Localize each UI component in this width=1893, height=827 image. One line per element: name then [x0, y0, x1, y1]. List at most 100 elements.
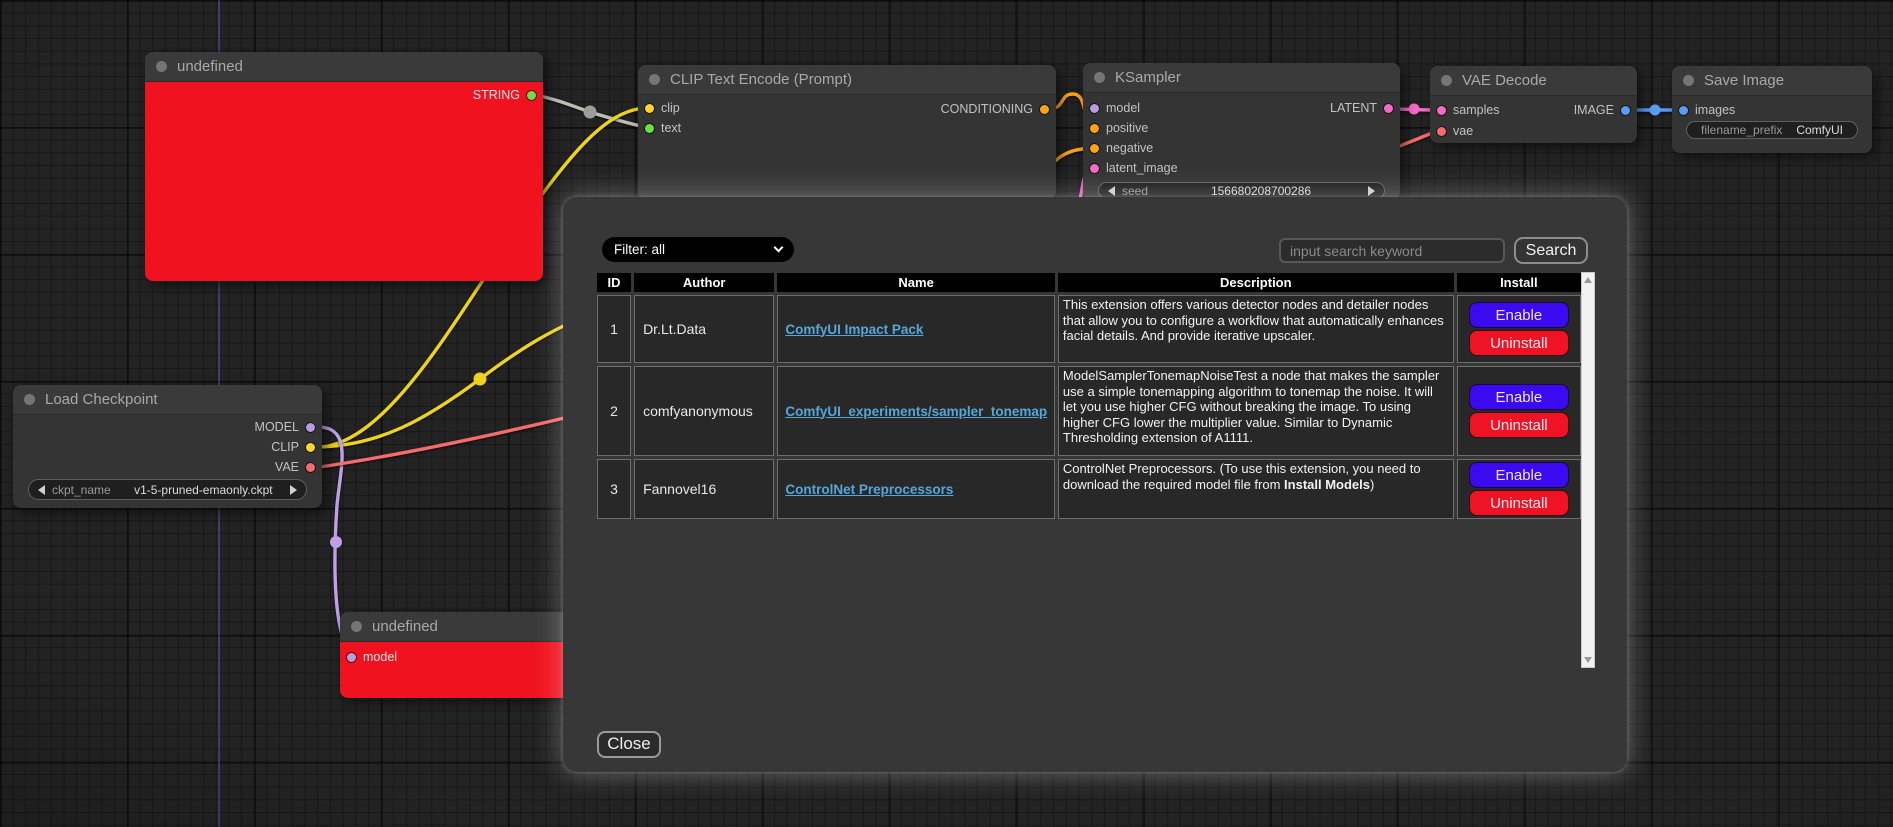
- slot-label: negative: [1106, 141, 1153, 155]
- table-scrollbar[interactable]: [1581, 272, 1595, 668]
- model-input-dot[interactable]: [1090, 104, 1099, 113]
- latent-output-dot[interactable]: [1384, 104, 1393, 113]
- slot-label: clip: [661, 101, 680, 115]
- increment-arrow-icon[interactable]: [1368, 186, 1375, 196]
- collapse-dot-icon[interactable]: [1094, 72, 1105, 83]
- scroll-down-arrow-icon[interactable]: [1584, 657, 1592, 663]
- enable-button[interactable]: Enable: [1469, 384, 1569, 410]
- slot-label: STRING: [473, 88, 520, 102]
- table-row: 2 comfyanonymous ComfyUI_experiments/sam…: [597, 366, 1581, 456]
- scroll-up-arrow-icon[interactable]: [1584, 277, 1592, 283]
- table-row: 1 Dr.Lt.Data ComfyUI Impact Pack This ex…: [597, 295, 1581, 363]
- input-slot-model: model: [347, 650, 397, 664]
- collapse-dot-icon[interactable]: [24, 394, 35, 405]
- uninstall-button[interactable]: Uninstall: [1469, 490, 1569, 516]
- slot-label: samples: [1453, 103, 1500, 117]
- reroute-dot-model[interactable]: [330, 536, 342, 548]
- reroute-dot-clip[interactable]: [474, 373, 487, 386]
- widget-value: ComfyUI: [1796, 123, 1843, 137]
- node-titlebar[interactable]: Save Image: [1672, 66, 1872, 96]
- table-header-row: ID Author Name Description Install: [597, 273, 1581, 292]
- node-vae-decode[interactable]: VAE Decode samples vae IMAGE: [1430, 66, 1637, 143]
- node-titlebar[interactable]: undefined: [145, 52, 543, 82]
- close-button[interactable]: Close: [597, 731, 661, 758]
- filename-prefix-widget[interactable]: filename_prefix ComfyUI: [1686, 121, 1858, 139]
- ckpt-name-widget[interactable]: ckpt_name v1-5-pruned-emaonly.ckpt: [28, 479, 307, 500]
- vae-input-dot[interactable]: [1437, 127, 1446, 136]
- input-slot-images: images: [1679, 103, 1735, 117]
- input-slot-clip: clip: [645, 101, 680, 115]
- slot-label: model: [1106, 101, 1140, 115]
- widget-name: filename_prefix: [1701, 123, 1782, 137]
- node-title: Load Checkpoint: [45, 391, 158, 408]
- collapse-dot-icon[interactable]: [156, 61, 167, 72]
- conditioning-output-dot[interactable]: [1040, 105, 1049, 114]
- clip-input-dot[interactable]: [645, 104, 654, 113]
- collapse-dot-icon[interactable]: [1441, 75, 1452, 86]
- extension-link[interactable]: ComfyUI_experiments/sampler_tonemap: [785, 404, 1047, 419]
- samples-input-dot[interactable]: [1437, 106, 1446, 115]
- node-titlebar[interactable]: Load Checkpoint: [13, 385, 322, 415]
- reroute-dot-latent[interactable]: [1409, 104, 1420, 115]
- enable-button[interactable]: Enable: [1469, 302, 1569, 328]
- string-output-dot[interactable]: [527, 91, 536, 100]
- collapse-dot-icon[interactable]: [351, 621, 362, 632]
- node-save-image[interactable]: Save Image images filename_prefix ComfyU…: [1672, 66, 1872, 153]
- col-header-author: Author: [634, 273, 774, 292]
- cell-author: Fannovel16: [634, 459, 774, 519]
- node-clip-text-encode[interactable]: CLIP Text Encode (Prompt) clip text COND…: [638, 65, 1056, 199]
- clip-output-dot[interactable]: [306, 443, 315, 452]
- node-body: model positive negative latent_image LAT…: [1083, 93, 1400, 200]
- latent-image-input-dot[interactable]: [1090, 164, 1099, 173]
- collapse-dot-icon[interactable]: [649, 74, 660, 85]
- image-output-dot[interactable]: [1621, 106, 1630, 115]
- slot-label: model: [363, 650, 397, 664]
- extension-link[interactable]: ControlNet Preprocessors: [785, 482, 953, 497]
- node-load-checkpoint[interactable]: Load Checkpoint MODEL CLIP VAE ckpt_name…: [13, 385, 322, 508]
- slot-label: text: [661, 121, 681, 135]
- search-button[interactable]: Search: [1514, 237, 1588, 264]
- images-input-dot[interactable]: [1679, 106, 1688, 115]
- widget-name: seed: [1122, 184, 1148, 198]
- slot-label: latent_image: [1106, 161, 1178, 175]
- slot-label: vae: [1453, 124, 1473, 138]
- node-titlebar[interactable]: KSampler: [1083, 63, 1400, 93]
- cell-install: Enable Uninstall: [1457, 366, 1581, 456]
- extension-manager-dialog: Filter: all Search ID Author Name Descri…: [563, 197, 1627, 772]
- cell-install: Enable Uninstall: [1457, 295, 1581, 363]
- prev-arrow-icon[interactable]: [38, 485, 45, 495]
- chevron-down-icon: [774, 243, 784, 253]
- widget-value: v1-5-pruned-emaonly.ckpt: [134, 483, 273, 497]
- decrement-arrow-icon[interactable]: [1108, 186, 1115, 196]
- node-titlebar[interactable]: VAE Decode: [1430, 66, 1637, 96]
- negative-input-dot[interactable]: [1090, 144, 1099, 153]
- collapse-dot-icon[interactable]: [1683, 75, 1694, 86]
- node-body: STRING: [145, 82, 543, 281]
- reroute-dot-string[interactable]: [584, 106, 597, 119]
- model-output-dot[interactable]: [306, 423, 315, 432]
- widget-value: 156680208700286: [1211, 184, 1311, 198]
- col-header-id: ID: [597, 273, 631, 292]
- positive-input-dot[interactable]: [1090, 124, 1099, 133]
- filter-select[interactable]: Filter: all: [602, 237, 794, 262]
- model-input-dot[interactable]: [347, 653, 356, 662]
- node-ksampler[interactable]: KSampler model positive negative latent_…: [1083, 63, 1400, 200]
- input-slot-samples: samples: [1437, 103, 1500, 117]
- output-slot-vae: VAE: [275, 460, 315, 474]
- vae-output-dot[interactable]: [306, 463, 315, 472]
- reroute-dot-image[interactable]: [1650, 105, 1661, 116]
- node-titlebar[interactable]: CLIP Text Encode (Prompt): [638, 65, 1056, 95]
- uninstall-button[interactable]: Uninstall: [1469, 412, 1569, 438]
- uninstall-button[interactable]: Uninstall: [1469, 330, 1569, 356]
- slot-label: CLIP: [271, 440, 299, 454]
- enable-button[interactable]: Enable: [1469, 462, 1569, 488]
- node-title: undefined: [372, 618, 438, 635]
- next-arrow-icon[interactable]: [290, 485, 297, 495]
- search-input[interactable]: [1279, 238, 1505, 263]
- col-header-install: Install: [1457, 273, 1581, 292]
- node-body: samples vae IMAGE: [1430, 96, 1637, 143]
- node-undefined-string[interactable]: undefined STRING: [145, 52, 543, 281]
- text-input-dot[interactable]: [645, 124, 654, 133]
- slot-label: images: [1695, 103, 1735, 117]
- extension-link[interactable]: ComfyUI Impact Pack: [785, 322, 923, 337]
